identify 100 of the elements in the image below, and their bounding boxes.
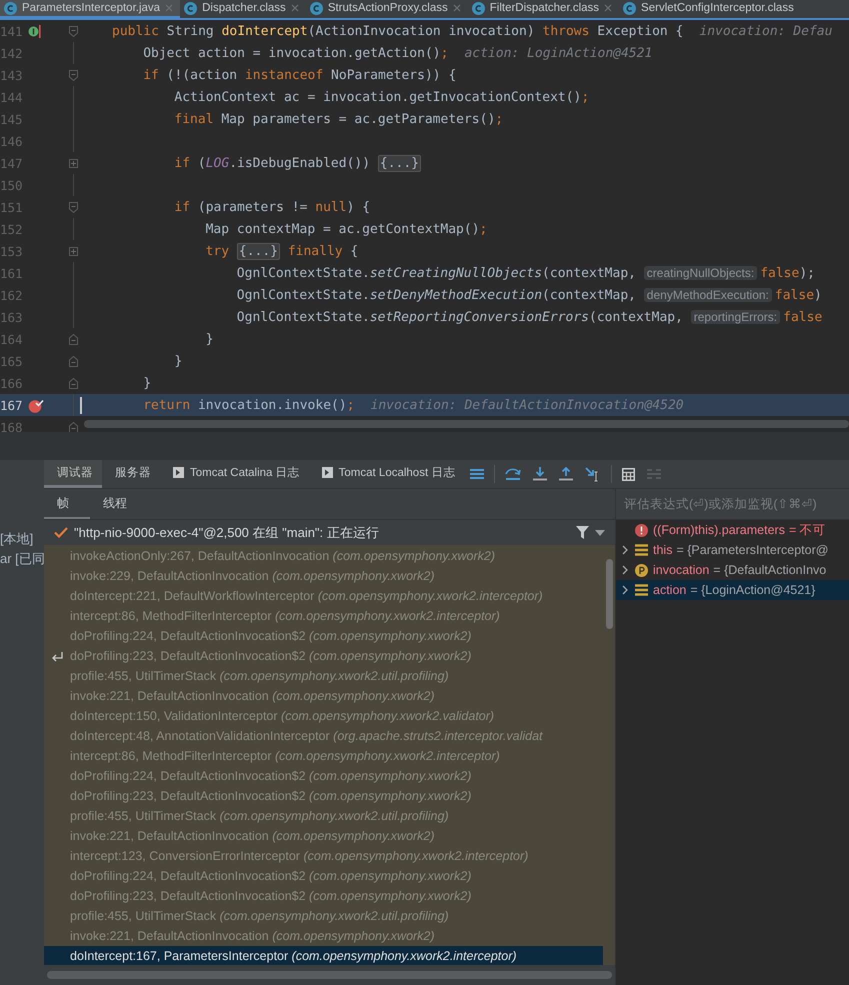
code-text: OgnlContextState. — [236, 266, 370, 280]
code-keyword: ; — [480, 222, 488, 236]
code-keyword: try — [206, 244, 230, 258]
code-text: ) { — [346, 200, 370, 214]
fold-icon[interactable] — [68, 334, 78, 344]
code-text: (!(action — [166, 68, 238, 82]
editor-tab[interactable]: ServletConfigInterceptor.class — [619, 0, 801, 18]
step-over-icon[interactable] — [505, 467, 522, 481]
trace-icon[interactable] — [647, 468, 662, 480]
stack-frame[interactable]: doIntercept:167, ParametersInterceptor (com.opensymphony.xwork2.interceptor) — [44, 946, 603, 965]
close-icon[interactable] — [604, 4, 612, 12]
filter-icon[interactable] — [576, 526, 589, 539]
scrollbar[interactable] — [84, 420, 849, 428]
line-number: 146 — [0, 134, 22, 148]
variable-name: action — [653, 583, 686, 597]
stack-frame[interactable]: profile:455, UtilTimerStack (com.opensymphony.xwork2.util.profiling) — [44, 666, 603, 686]
calculator-icon[interactable] — [622, 468, 636, 480]
stack-frame[interactable]: intercept:86, MethodFilterInterceptor (com.opensymphony.xwork2.interceptor) — [44, 606, 603, 626]
debug-value: action: LoginAction@4521 — [464, 46, 652, 60]
tool-tab[interactable]: 服务器 — [102, 460, 160, 488]
line-number: 167 — [0, 398, 22, 412]
dropdown-caret-icon[interactable] — [595, 530, 605, 536]
menu-icon[interactable] — [470, 468, 484, 480]
variable-name: invocation — [653, 563, 710, 577]
stack-frame[interactable]: doProfiling:224, DefaultActionInvocation$2 (com.opensymphony.xwork2) — [44, 766, 603, 786]
editor-tab[interactable]: FilterDispatcher.class — [468, 0, 620, 18]
stack-frame[interactable]: intercept:123, ConversionErrorInterceptor (com.opensymphony.xwork2.interceptor) — [44, 846, 603, 866]
code-text: Object action = invocation.getAction() — [143, 46, 441, 60]
override-icon[interactable] — [28, 24, 42, 38]
stack-frame[interactable]: doProfiling:223, DefaultActionInvocation$2 (com.opensymphony.xwork2) — [44, 886, 603, 906]
tool-tab[interactable]: 调试器 — [44, 460, 102, 488]
line-number: 144 — [0, 90, 22, 104]
close-icon[interactable] — [165, 4, 174, 12]
stack-frame[interactable]: invoke:221, DefaultActionInvocation (com.opensymphony.xwork2) — [44, 686, 603, 706]
line-number: 163 — [0, 310, 22, 324]
variable-name: ((Form)this).parameters — [653, 523, 785, 537]
expand-icon[interactable] — [68, 246, 78, 256]
code-text: (contextMap, — [589, 310, 684, 324]
variable-label: ar [已同 — [0, 550, 44, 568]
scrollbar[interactable] — [606, 559, 613, 629]
stack-frame[interactable]: invoke:229, DefaultActionInvocation (com.opensymphony.xwork2) — [44, 566, 603, 586]
class-icon — [4, 2, 17, 14]
code-keyword: final — [174, 112, 214, 126]
variable-row[interactable]: action = {LoginAction@4521} — [616, 580, 849, 600]
stack-frame[interactable]: invoke:221, DefaultActionInvocation (com.opensymphony.xwork2) — [44, 826, 603, 846]
code-keyword: ; — [346, 398, 355, 412]
sub-tab[interactable]: 线程 — [90, 489, 136, 519]
line-number: 147 — [0, 156, 22, 170]
fold-icon[interactable] — [68, 26, 78, 36]
editor-tab[interactable]: ParametersInterceptor.java — [0, 0, 180, 18]
breakpoint-icon[interactable] — [28, 398, 44, 412]
editor-tab[interactable]: StrutsActionProxy.class — [306, 0, 468, 18]
stack-frame[interactable]: profile:455, UtilTimerStack (com.opensymphony.xwork2.util.profiling) — [44, 806, 603, 826]
code-text: (ActionInvocation invocation) — [308, 24, 536, 38]
variable-row[interactable]: invocation = {DefaultActionInvo — [616, 560, 849, 580]
field-icon — [635, 544, 648, 556]
close-icon[interactable] — [452, 4, 461, 12]
tool-tab[interactable]: Tomcat Localhost 日志 — [308, 460, 464, 488]
expand-icon[interactable] — [68, 158, 78, 168]
fold-icon[interactable] — [68, 202, 78, 212]
variable-value: = {ParametersInterceptor@ — [676, 543, 828, 557]
static-method: setCreatingNullObjects — [370, 266, 542, 280]
line-number: 141 — [0, 24, 22, 38]
stack-frame[interactable]: doIntercept:150, ValidationInterceptor (com.opensymphony.xwork2.validator) — [44, 706, 603, 726]
stack-frame[interactable]: doProfiling:224, DefaultActionInvocation$2 (com.opensymphony.xwork2) — [44, 866, 603, 886]
stack-frame[interactable]: doProfiling:223, DefaultActionInvocation$2 (com.opensymphony.xwork2) — [44, 786, 603, 806]
stack-frame[interactable]: doProfiling:223, DefaultActionInvocation$2 (com.opensymphony.xwork2) — [44, 646, 603, 666]
code-keyword: ; — [581, 90, 590, 104]
stack-frame[interactable]: invoke:221, DefaultActionInvocation (com.opensymphony.xwork2) — [44, 926, 603, 946]
code-text: .isDebugEnabled()) — [229, 156, 370, 170]
line-number: 142 — [0, 46, 22, 60]
fold-icon[interactable] — [68, 356, 78, 366]
close-icon[interactable] — [290, 4, 299, 12]
stack-frame[interactable]: doIntercept:48, AnnotationValidationInterceptor (org.apache.struts2.interceptor.validat — [44, 726, 603, 746]
stack-frame[interactable]: doProfiling:224, DefaultActionInvocation$2 (com.opensymphony.xwork2) — [44, 626, 603, 646]
step-out-icon[interactable] — [559, 467, 574, 481]
variable-value: = {LoginAction@4521} — [690, 583, 816, 597]
thread-selector[interactable]: "http-nio-9000-exec-4"@2,500 在组 "main": 正在运行 — [44, 520, 615, 545]
fold-icon[interactable] — [68, 378, 78, 388]
stack-frame[interactable]: profile:455, UtilTimerStack (com.opensymphony.xwork2.util.profiling) — [44, 906, 603, 926]
variable-row[interactable]: ((Form)this).parameters = 不可 — [616, 520, 849, 540]
variable-name: this — [653, 543, 672, 557]
step-into-icon[interactable] — [533, 467, 548, 481]
console-icon — [322, 467, 333, 478]
stack-frame[interactable]: invokeActionOnly:267, DefaultActionInvocation (com.opensymphony.xwork2) — [44, 546, 603, 566]
scrollbar[interactable] — [47, 971, 612, 979]
watch-input-field[interactable]: 评估表达式(⏎)或添加监视(⇧⌘⏎) — [616, 489, 849, 520]
parameter-icon — [635, 564, 648, 576]
tool-tab[interactable]: Tomcat Catalina 日志 — [160, 460, 309, 488]
folded-code: {...} — [378, 154, 422, 172]
sub-tab[interactable]: 帧 — [44, 489, 90, 519]
fold-icon[interactable] — [68, 70, 78, 80]
stack-frame[interactable]: intercept:86, MethodFilterInterceptor (com.opensymphony.xwork2.interceptor) — [44, 746, 603, 766]
variable-row[interactable]: this = {ParametersInterceptor@ — [616, 540, 849, 560]
fold-icon[interactable] — [68, 422, 78, 432]
stack-frame[interactable]: doIntercept:221, DefaultWorkflowInterceptor (com.opensymphony.xwork2.interceptor) — [44, 586, 603, 606]
editor-tab[interactable]: Dispatcher.class — [180, 0, 306, 18]
code-text: } — [206, 332, 214, 346]
line-number: 143 — [0, 68, 22, 82]
static-method: setReportingConversionErrors — [370, 310, 590, 324]
